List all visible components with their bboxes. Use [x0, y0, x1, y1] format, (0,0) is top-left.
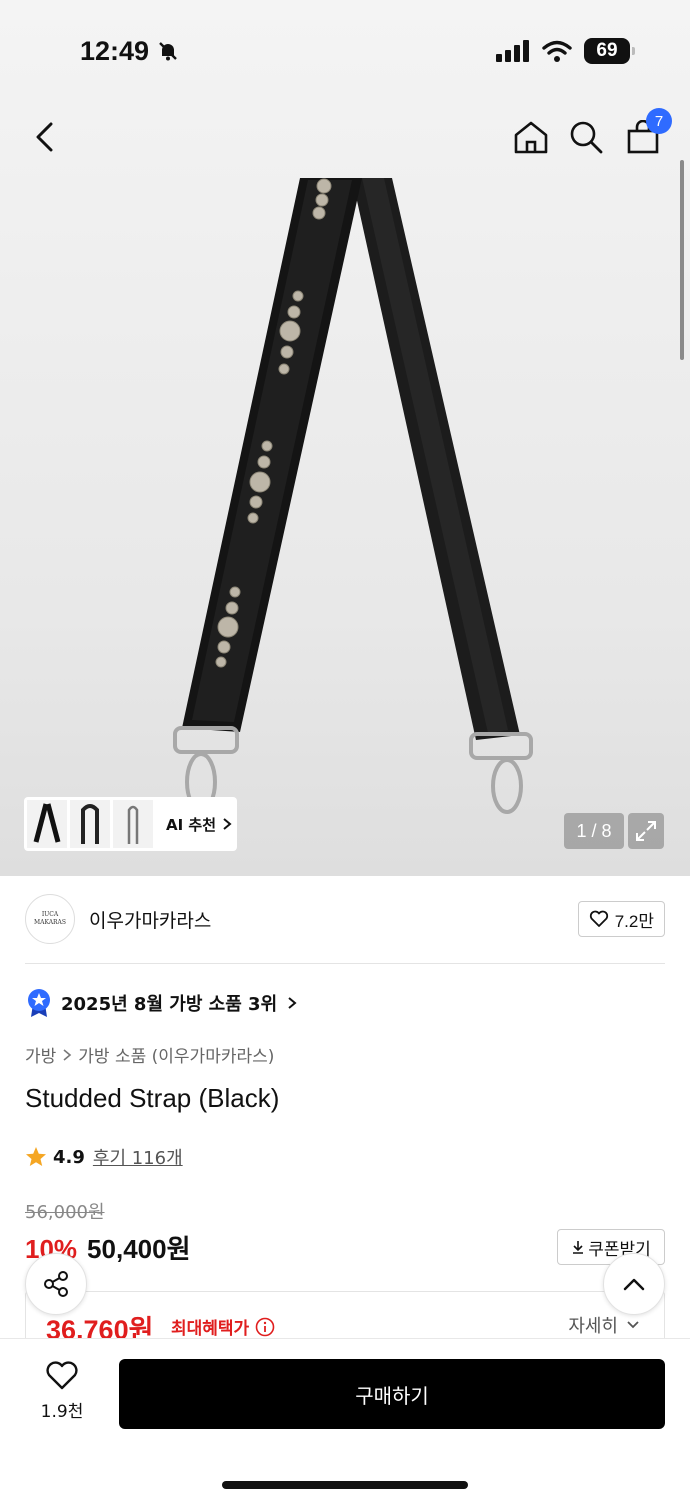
signal-icon — [496, 40, 529, 62]
brand-logo[interactable]: IUCA MAKARAS — [25, 894, 75, 944]
share-button[interactable] — [25, 1253, 87, 1315]
breadcrumb-subcategory[interactable]: 가방 소품 (이우가마카라스) — [78, 1042, 274, 1067]
battery-indicator: 69 — [584, 38, 635, 64]
fullscreen-button[interactable] — [628, 813, 664, 849]
image-page-indicator: 1 / 8 — [564, 813, 624, 849]
brand-like-count: 7.2만 — [614, 911, 654, 931]
status-bar: 12:49 69 — [0, 0, 690, 100]
brand-like-button[interactable]: 7.2만 — [577, 901, 665, 937]
status-indicators: 69 — [496, 36, 635, 66]
chevron-right-icon — [223, 818, 232, 830]
ranking-badge-icon — [28, 989, 50, 1017]
benefit-detail-label: 자세히 — [568, 1316, 618, 1337]
thumbnail[interactable] — [113, 800, 153, 848]
max-benefit-label-group: 최대혜택가 — [171, 1314, 275, 1339]
product-image-gallery[interactable]: 7 AI 추천 1 / 8 — [0, 0, 690, 876]
search-icon — [570, 121, 603, 154]
home-button[interactable] — [506, 112, 556, 162]
cart-button[interactable]: 7 — [618, 108, 672, 162]
review-count-link[interactable]: 후기 116개 — [93, 1144, 183, 1170]
original-price: 56,000원 — [25, 1202, 105, 1223]
scroll-top-button[interactable] — [603, 1253, 665, 1315]
sale-price: 50,400원 — [87, 1234, 191, 1264]
download-icon — [573, 1241, 584, 1254]
breadcrumb-category[interactable]: 가방 — [25, 1042, 56, 1067]
chevron-down-icon — [627, 1321, 639, 1329]
thumbnail[interactable] — [27, 800, 67, 848]
ai-recommend-link[interactable]: AI 추천 — [166, 814, 232, 835]
wishlist-count: 1.9천 — [40, 1402, 84, 1422]
home-icon — [514, 121, 548, 154]
heart-icon — [46, 1361, 78, 1390]
wifi-icon — [542, 40, 572, 62]
product-title: Studded Strap (Black) — [25, 1083, 280, 1113]
rating-row[interactable]: 4.9 후기 116개 — [25, 1144, 183, 1170]
divider — [25, 963, 665, 964]
share-icon — [44, 1271, 68, 1297]
max-benefit-label: 최대혜택가 — [171, 1319, 250, 1339]
chevron-left-icon — [36, 122, 53, 152]
ai-recommend-strip[interactable]: AI 추천 — [24, 797, 237, 851]
star-icon — [26, 1147, 46, 1166]
brand-name[interactable]: 이우가마카라스 — [89, 906, 211, 933]
chevron-right-icon — [288, 997, 297, 1009]
brand-logo-text: MAKARAS — [33, 919, 66, 926]
cart-count-badge: 7 — [646, 108, 672, 134]
rating-score: 4.9 — [53, 1146, 85, 1168]
status-time: 12:49 — [80, 35, 150, 66]
bottom-action-bar: 1.9천 구매하기 — [0, 1338, 690, 1500]
wishlist-button[interactable]: 1.9천 — [22, 1361, 102, 1431]
brand-logo-text: IUCA — [41, 911, 59, 918]
ranking-link[interactable]: 2025년 8월 가방 소품 3위 — [27, 988, 297, 1018]
heart-icon — [589, 910, 608, 927]
bell-muted-icon — [159, 42, 177, 61]
benefit-detail-toggle[interactable]: 자세히 — [568, 1312, 640, 1338]
back-button[interactable] — [20, 112, 70, 162]
scrollbar[interactable] — [680, 160, 684, 360]
chevron-right-icon — [63, 1048, 72, 1061]
home-indicator — [222, 1481, 468, 1489]
status-time-group: 12:49 — [80, 36, 179, 66]
buy-button[interactable]: 구매하기 — [119, 1359, 665, 1429]
chevron-up-icon — [623, 1278, 645, 1291]
ai-recommend-label: AI 추천 — [166, 815, 217, 834]
brand-row[interactable]: IUCA MAKARAS 이우가마카라스 7.2만 — [25, 893, 665, 945]
ranking-text: 2025년 8월 가방 소품 3위 — [61, 994, 278, 1015]
thumbnail[interactable] — [70, 800, 110, 848]
search-button[interactable] — [561, 112, 611, 162]
info-icon[interactable] — [255, 1317, 275, 1337]
expand-icon — [636, 821, 656, 841]
breadcrumb: 가방 가방 소품 (이우가마카라스) — [25, 1042, 274, 1067]
